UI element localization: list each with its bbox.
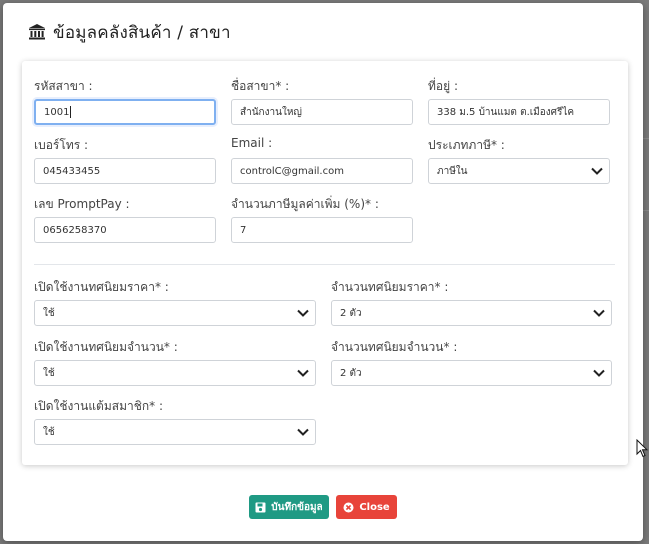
modal-title: ข้อมูลคลังสินค้า / สาขา <box>53 22 231 43</box>
branch-code-input[interactable]: 1001 <box>34 99 216 125</box>
qty-decimal-places-select[interactable]: 2 ตัว <box>331 360 612 386</box>
price-decimal-enabled-select[interactable]: ใช้ <box>34 300 316 326</box>
backdrop-strip-right-top <box>643 138 649 139</box>
branch-modal: ข้อมูลคลังสินค้า / สาขา รหัสสาขา : 1001 … <box>3 3 643 541</box>
bank-icon <box>29 24 45 40</box>
price-decimal-places-field: จำนวนทศนิยมราคา* : 2 ตัว <box>331 278 612 326</box>
promptpay-input[interactable]: 0656258370 <box>34 217 216 243</box>
price-decimal-enabled-label: เปิดใช้งานทศนิยมราคา* : <box>34 280 169 294</box>
branch-name-input[interactable]: สำนักงานใหญ่ <box>231 99 413 125</box>
member-points-enabled-field: เปิดใช้งานแต้มสมาชิก* : ใช้ <box>34 397 316 445</box>
email-input[interactable]: controlC@gmail.com <box>231 158 413 184</box>
chevron-down-icon <box>593 309 605 317</box>
promptpay-label: เลข PromptPay : <box>34 197 130 211</box>
chevron-down-icon <box>297 428 309 436</box>
text-caret <box>70 106 72 118</box>
promptpay-field: เลข PromptPay : 0656258370 <box>34 195 216 243</box>
modal-header: ข้อมูลคลังสินค้า / สาขา <box>3 3 643 61</box>
price-decimal-enabled-field: เปิดใช้งานทศนิยมราคา* : ใช้ <box>34 278 316 326</box>
branch-name-field: ชื่อสาขา* : สำนักงานใหญ่ <box>231 77 413 125</box>
address-input[interactable]: 338 ม.5 บ้านแมต ต.เมืองศรีไค <box>428 99 610 125</box>
phone-field: เบอร์โทร : 045433455 <box>34 136 216 184</box>
mouse-cursor-icon <box>636 439 648 458</box>
tax-type-value: ภาษีใน <box>437 165 468 177</box>
floppy-disk-icon <box>255 502 266 512</box>
backdrop-strip-right-bottom <box>643 210 649 211</box>
chevron-down-icon <box>297 369 309 377</box>
member-points-enabled-select[interactable]: ใช้ <box>34 419 316 445</box>
branch-code-label: รหัสสาขา : <box>34 79 93 93</box>
phone-input[interactable]: 045433455 <box>34 158 216 184</box>
close-button-label: Close <box>359 501 390 513</box>
address-field: ที่อยู่ : 338 ม.5 บ้านแมต ต.เมืองศรีไค <box>428 77 610 125</box>
branch-name-label: ชื่อสาขา* : <box>231 79 290 93</box>
form-card: รหัสสาขา : 1001 ชื่อสาขา* : สำนักงานใหญ่… <box>22 61 628 465</box>
qty-decimal-enabled-select[interactable]: ใช้ <box>34 360 316 386</box>
member-points-enabled-label: เปิดใช้งานแต้มสมาชิก* : <box>34 399 163 413</box>
member-points-enabled-value: ใช้ <box>43 426 55 438</box>
email-value: controlC@gmail.com <box>240 165 344 177</box>
chevron-down-icon <box>593 369 605 377</box>
branch-name-value: สำนักงานใหญ่ <box>240 106 302 118</box>
qty-decimal-enabled-value: ใช้ <box>43 367 55 379</box>
price-decimal-enabled-value: ใช้ <box>43 307 55 319</box>
qty-decimal-places-value: 2 ตัว <box>340 367 362 379</box>
phone-value: 045433455 <box>43 165 101 177</box>
qty-decimal-places-field: จำนวนทศนิยมจำนวน* : 2 ตัว <box>331 338 612 386</box>
email-label: Email : <box>231 136 273 150</box>
price-decimal-places-value: 2 ตัว <box>340 307 362 319</box>
price-decimal-places-select[interactable]: 2 ตัว <box>331 300 612 326</box>
close-button[interactable]: Close <box>336 495 397 519</box>
section-divider <box>34 264 615 265</box>
vat-rate-label: จำนวนภาษีมูลค่าเพิ่ม (%)* : <box>231 197 379 211</box>
vat-rate-field: จำนวนภาษีมูลค่าเพิ่ม (%)* : 7 <box>231 195 413 243</box>
address-value: 338 ม.5 บ้านแมต ต.เมืองศรีไค <box>437 106 575 118</box>
promptpay-value: 0656258370 <box>43 224 107 236</box>
save-button-label: บันทึกข้อมูล <box>271 501 323 513</box>
chevron-down-icon <box>591 167 603 175</box>
address-label: ที่อยู่ : <box>428 79 459 93</box>
qty-decimal-enabled-field: เปิดใช้งานทศนิยมจำนวน* : ใช้ <box>34 338 316 386</box>
tax-type-select[interactable]: ภาษีใน <box>428 158 610 184</box>
close-circle-icon <box>343 502 354 512</box>
branch-code-value: 1001 <box>44 106 70 118</box>
tax-type-label: ประเภทภาษี* : <box>428 138 505 152</box>
vat-rate-value: 7 <box>240 224 247 236</box>
save-button[interactable]: บันทึกข้อมูล <box>249 495 329 519</box>
qty-decimal-places-label: จำนวนทศนิยมจำนวน* : <box>331 340 458 354</box>
email-field: Email : controlC@gmail.com <box>231 136 413 184</box>
chevron-down-icon <box>297 309 309 317</box>
price-decimal-places-label: จำนวนทศนิยมราคา* : <box>331 280 449 294</box>
phone-label: เบอร์โทร : <box>34 138 89 152</box>
vat-rate-input[interactable]: 7 <box>231 217 413 243</box>
tax-type-field: ประเภทภาษี* : ภาษีใน <box>428 136 610 184</box>
branch-code-field: รหัสสาขา : 1001 <box>34 77 216 125</box>
qty-decimal-enabled-label: เปิดใช้งานทศนิยมจำนวน* : <box>34 340 178 354</box>
